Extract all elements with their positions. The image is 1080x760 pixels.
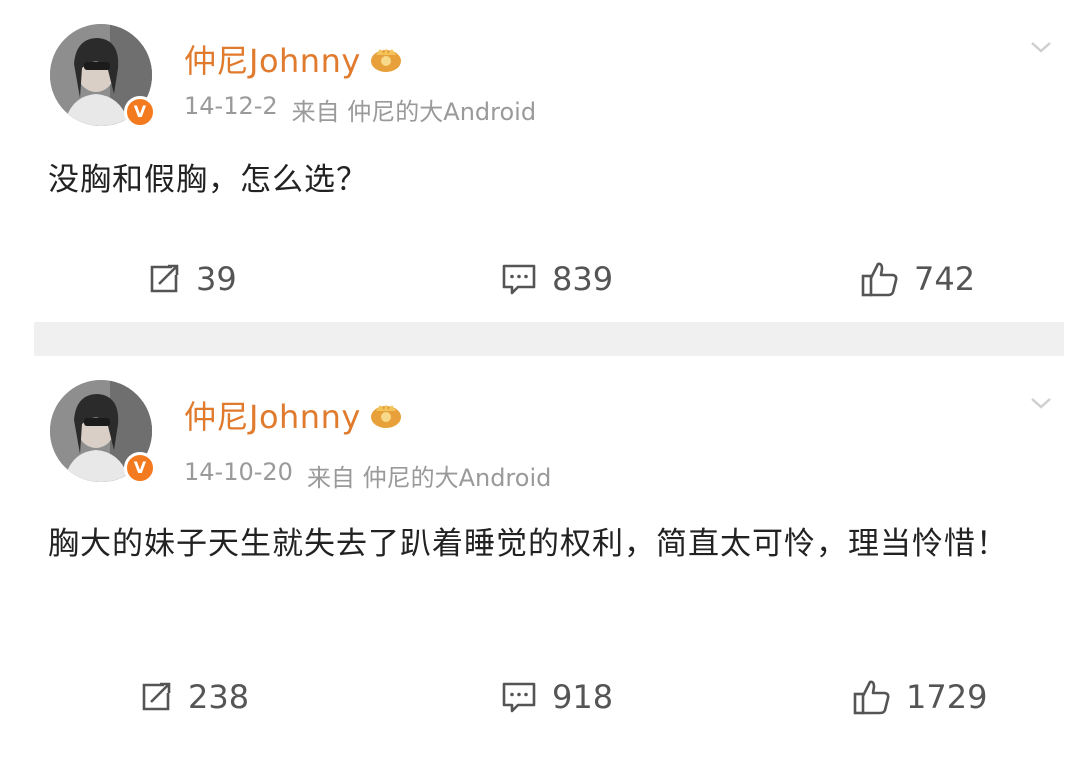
user-name: 仲尼Johnny [184, 398, 361, 436]
post-separator [34, 322, 1064, 356]
verified-v-badge-icon: V [124, 96, 156, 128]
repost-icon [142, 682, 171, 711]
repost-button[interactable]: 238 [138, 672, 249, 722]
post-meta: 14-12-2 来自 仲尼的大Android [184, 92, 536, 127]
like-count: 742 [914, 260, 976, 298]
chevron-down-icon[interactable] [1030, 396, 1052, 410]
user-name: 仲尼Johnny [184, 42, 361, 80]
post-date: 14-12-2 [184, 92, 278, 120]
comment-icon [502, 682, 536, 713]
post-date: 14-10-20 [184, 458, 293, 486]
chevron-down-icon[interactable] [1030, 40, 1052, 54]
comment-button[interactable]: 918 [500, 672, 613, 722]
repost-button[interactable]: 39 [146, 254, 237, 304]
post-card[interactable]: V 仲尼Johnny 14-12-2 来自 仲尼的大Android 没胸和假胸，… [34, 0, 1064, 322]
thumbs-up-icon [853, 680, 890, 715]
vip-crown-icon [370, 48, 401, 72]
post-text: 胸大的妹子天生就失去了趴着睡觉的权利，简直太可怜，理当怜惜！ [48, 526, 1008, 562]
repost-icon [150, 264, 179, 293]
post-actions-bar: 39 839 742 [34, 254, 1064, 304]
user-name-link[interactable]: 仲尼Johnny [184, 36, 403, 82]
comment-icon [502, 264, 536, 295]
verified-v-badge-icon: V [124, 452, 156, 484]
comment-count: 918 [552, 678, 614, 716]
comment-count: 839 [552, 260, 614, 298]
weibo-feed: V 仲尼Johnny 14-12-2 来自 仲尼的大Android 没胸和假胸，… [0, 0, 1080, 760]
post-actions-bar: 238 918 1729 [34, 672, 1064, 722]
like-count: 1729 [906, 678, 988, 716]
repost-count: 238 [188, 678, 250, 716]
avatar[interactable]: V [50, 24, 156, 128]
post-text: 没胸和假胸，怎么选？ [48, 162, 368, 198]
repost-count: 39 [196, 260, 237, 298]
vip-crown-icon [370, 404, 401, 428]
thumbs-up-icon [861, 262, 898, 297]
post-source[interactable]: 来自 仲尼的大Android [307, 458, 551, 493]
like-button[interactable]: 742 [860, 254, 975, 304]
post-source[interactable]: 来自 仲尼的大Android [292, 92, 536, 127]
comment-button[interactable]: 839 [500, 254, 613, 304]
avatar[interactable]: V [50, 380, 156, 484]
post-card[interactable]: V 仲尼Johnny 14-10-20 来自 仲尼的大Android 胸大的妹子… [34, 356, 1064, 760]
post-meta: 14-10-20 来自 仲尼的大Android [184, 458, 551, 493]
like-button[interactable]: 1729 [852, 672, 987, 722]
user-name-link[interactable]: 仲尼Johnny [184, 392, 403, 438]
